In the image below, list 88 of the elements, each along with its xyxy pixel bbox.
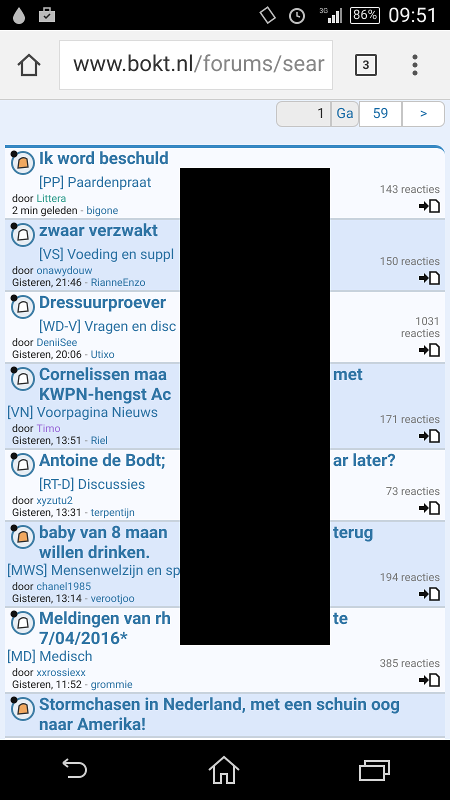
post-date: Gisteren, 21:46	[12, 277, 82, 289]
last-poster-link[interactable]: terpentijn	[90, 507, 135, 519]
separator: -	[84, 593, 88, 605]
reply-count: 1031 reacties	[400, 316, 440, 340]
forum-category[interactable]: [PP] Paardenpraat	[39, 175, 152, 191]
page-button[interactable]: >	[402, 101, 445, 127]
reply-count: 143 reacties	[378, 184, 440, 196]
author-link[interactable]: xyzutu2	[36, 495, 73, 507]
topic-title[interactable]: willen drinken.	[39, 543, 150, 563]
forum-category[interactable]: [WD-V] Vragen en disc	[39, 319, 176, 335]
topic-title[interactable]: zwaar verzwakt	[39, 221, 158, 241]
author-link[interactable]: Timo	[36, 423, 60, 435]
topic-row[interactable]: Stormchasen in Nederland, met een schuin oog naar Amerika!	[5, 694, 445, 738]
author-prefix: door	[12, 667, 34, 679]
url-field[interactable]: www.bokt.nl/forums/sear	[59, 40, 333, 90]
topic-title[interactable]: ar later?	[333, 451, 396, 471]
forum-category[interactable]: [MWS] Mensenwelzijn en sp	[7, 563, 181, 579]
arrow-document-icon[interactable]	[418, 587, 440, 601]
author-prefix: door	[12, 193, 34, 205]
battery-indicator: 86%	[350, 6, 380, 24]
author-prefix: door	[12, 495, 34, 507]
topic-title[interactable]: Meldingen van rh	[39, 609, 179, 629]
reply-count: 385 reacties	[378, 658, 440, 670]
page-button[interactable]: 59	[359, 101, 402, 127]
reply-count: 73 reacties	[384, 486, 440, 498]
forum-category[interactable]: [VS] Voeding en suppl	[39, 247, 174, 263]
go-button[interactable]: Ga	[331, 101, 359, 127]
tab-count-button[interactable]: 3	[355, 54, 377, 76]
separator: -	[80, 205, 84, 217]
last-poster-link[interactable]: Riel	[90, 435, 108, 447]
arrow-document-icon[interactable]	[418, 199, 440, 213]
forum-category[interactable]: [MD] Medisch	[7, 649, 93, 665]
clock: 09:51	[388, 2, 438, 29]
topic-title[interactable]: KWPN-hengst Ac	[39, 385, 172, 405]
reply-count: 150 reacties	[378, 256, 440, 268]
reply-count: 171 reacties	[378, 414, 440, 426]
topic-title[interactable]: Ik word beschuld	[39, 149, 169, 169]
post-date: Gisteren, 13:31	[12, 507, 82, 519]
post-date: Gisteren, 13:51	[12, 435, 82, 447]
topic-title[interactable]: Stormchasen in Nederland, met een schuin oog	[39, 695, 400, 715]
separator: -	[84, 435, 88, 447]
arrow-document-icon[interactable]	[418, 343, 440, 357]
post-date: Gisteren, 20:06	[12, 349, 82, 361]
briefcase-check-icon	[38, 7, 56, 23]
arrow-document-icon[interactable]	[418, 429, 440, 443]
separator: -	[84, 507, 88, 519]
home-icon[interactable]	[16, 52, 42, 76]
author-link[interactable]: onawydouw	[36, 265, 92, 277]
signal-icon	[328, 7, 342, 23]
topic-title[interactable]: baby van 8 maan	[39, 523, 179, 543]
topic-title[interactable]: Cornelissen maa	[39, 365, 179, 385]
separator: -	[84, 277, 88, 289]
forum-category[interactable]: [VN] Voorpagina Nieuws	[7, 405, 158, 421]
last-poster-link[interactable]: RianneEnzo	[90, 277, 146, 289]
author-prefix: door	[12, 337, 34, 349]
author-prefix: door	[12, 581, 34, 593]
arrow-document-icon[interactable]	[418, 271, 440, 285]
recent-apps-icon[interactable]	[359, 758, 391, 782]
author-prefix: door	[12, 265, 34, 277]
last-poster-link[interactable]: grommie	[90, 679, 133, 691]
author-link[interactable]: DeniiSee	[36, 337, 78, 349]
topic-title[interactable]: te	[333, 609, 348, 629]
reply-count: 194 reacties	[378, 572, 440, 584]
author-link[interactable]: Littera	[36, 193, 66, 205]
separator: -	[84, 679, 88, 691]
topic-title[interactable]: naar Amerika!	[39, 715, 146, 735]
drop-icon	[12, 6, 26, 24]
forum-category[interactable]: [RT-D] Discussies	[39, 477, 146, 493]
post-date: Gisteren, 11:52	[12, 679, 82, 691]
topic-title[interactable]: Dressuurproever	[39, 293, 166, 313]
topic-title[interactable]: met	[333, 365, 363, 385]
post-date: Gisteren, 13:14	[12, 593, 82, 605]
last-poster-link[interactable]: bigone	[86, 205, 118, 217]
topic-title[interactable]: terug	[333, 523, 374, 543]
menu-icon[interactable]	[412, 54, 418, 76]
alarm-icon	[287, 5, 308, 25]
last-poster-link[interactable]: Utixo	[90, 349, 115, 361]
topic-title[interactable]: 7/04/2016*	[39, 629, 128, 649]
arrow-document-icon[interactable]	[418, 501, 440, 515]
last-poster-link[interactable]: verootjoo	[90, 593, 135, 605]
post-date: 2 min geleden	[12, 205, 78, 217]
author-link[interactable]: xxrossiexx	[36, 667, 86, 679]
page-button[interactable]: 1	[276, 101, 331, 127]
separator: -	[84, 349, 88, 361]
author-prefix: door	[12, 423, 34, 435]
topic-title[interactable]: Antoine de Bodt;	[39, 451, 179, 471]
arrow-document-icon[interactable]	[418, 673, 440, 687]
author-link[interactable]: chanel1985	[36, 581, 91, 593]
